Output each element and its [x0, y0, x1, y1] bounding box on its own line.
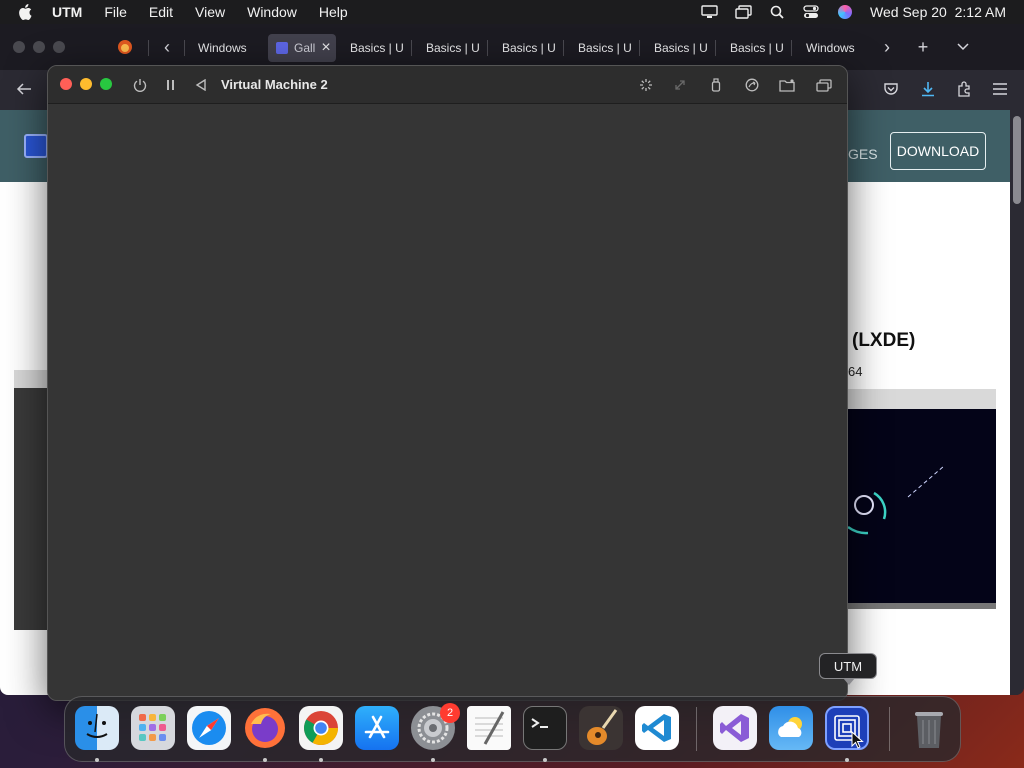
tab-basics[interactable]: Basics | U — [722, 34, 788, 62]
utm-favicon-icon — [276, 42, 288, 54]
back-arrow-icon[interactable] — [13, 78, 35, 100]
tab-bar: ‹ Windows Gall × Basics | U Basics | U B… — [0, 24, 1024, 70]
scrollbar-thumb[interactable] — [1013, 116, 1021, 204]
dock-tooltip: UTM — [819, 653, 877, 679]
tab-basics[interactable]: Basics | U — [646, 34, 712, 62]
dock-safari-icon[interactable] — [187, 706, 231, 750]
dock — [64, 696, 961, 762]
zoom-button[interactable] — [100, 78, 112, 90]
dock-weather-icon[interactable] — [769, 706, 813, 750]
control-center-icon[interactable] — [802, 4, 820, 20]
share-icon[interactable] — [742, 75, 762, 95]
dock-garageband-icon[interactable] — [579, 706, 623, 750]
search-icon[interactable] — [768, 4, 786, 20]
close-button[interactable] — [13, 41, 25, 53]
windows-icon[interactable] — [814, 75, 834, 95]
tab-close-icon[interactable]: × — [321, 39, 330, 57]
dock-visual-studio-icon[interactable] — [713, 706, 757, 750]
mouse-cursor-icon — [851, 731, 864, 749]
gallery-item-title: (LXDE) — [852, 330, 916, 351]
debian-swirl-icon — [848, 465, 945, 535]
dock-chrome-icon[interactable] — [299, 706, 343, 750]
menu-help[interactable]: Help — [319, 4, 348, 20]
new-tab-icon[interactable]: + — [912, 36, 934, 58]
vm-taskbar — [848, 603, 996, 609]
menu-datetime[interactable]: Wed Sep 20 2:12 AM — [870, 4, 1006, 20]
site-nav-link[interactable]: GES — [848, 146, 878, 162]
tab-basics[interactable]: Basics | U — [418, 34, 484, 62]
page-scrollbar[interactable] — [1010, 110, 1024, 695]
download-button[interactable]: DOWNLOAD — [890, 132, 986, 170]
resize-icon[interactable] — [670, 75, 690, 95]
tab-basics[interactable]: Basics | U — [494, 34, 560, 62]
menu-edit[interactable]: Edit — [149, 4, 173, 20]
tabs-scroll-left-icon[interactable]: ‹ — [156, 36, 178, 58]
gallery-screenshot[interactable] — [848, 409, 996, 609]
dock-finder-icon[interactable] — [75, 706, 119, 750]
gallery-item-subtitle: 64 — [848, 364, 863, 379]
gallery-screenshot[interactable] — [14, 370, 48, 630]
vm-window-title: Virtual Machine 2 — [221, 77, 328, 92]
extensions-icon[interactable] — [953, 78, 975, 100]
menu-app-name[interactable]: UTM — [52, 4, 82, 20]
dock-textedit-icon[interactable] — [467, 706, 511, 750]
usb-icon[interactable] — [706, 75, 726, 95]
menu-window[interactable]: Window — [247, 4, 297, 20]
list-all-tabs-icon[interactable] — [952, 36, 974, 58]
utm-vm-window: Virtual Machine 2 — [47, 65, 848, 701]
tab-basics[interactable]: Basics | U — [342, 34, 408, 62]
gallery-screenshot-titlebar — [848, 389, 996, 409]
utm-titlebar: Virtual Machine 2 — [48, 66, 847, 104]
tooltip-arrow — [843, 678, 855, 685]
tab-basics[interactable]: Basics | U — [570, 34, 636, 62]
menu-bar: UTM File Edit View Window Help Wed Sep 2… — [0, 0, 1024, 24]
dock-firefox-icon[interactable] — [243, 706, 287, 750]
pocket-icon[interactable] — [880, 78, 902, 100]
minimize-button[interactable] — [80, 78, 92, 90]
window-stack-icon[interactable] — [734, 4, 752, 20]
tab-gallery[interactable]: Gall × — [268, 34, 336, 62]
power-icon[interactable] — [130, 75, 150, 95]
minimize-button[interactable] — [33, 41, 45, 53]
dock-terminal-icon[interactable] — [523, 706, 567, 750]
tab-windows[interactable]: Windows — [798, 34, 860, 62]
pause-icon[interactable] — [161, 75, 181, 95]
folder-icon[interactable] — [777, 75, 797, 95]
back-icon[interactable] — [191, 75, 211, 95]
menu-file[interactable]: File — [104, 4, 127, 20]
firefox-view-icon[interactable] — [114, 36, 136, 58]
tabs-scroll-right-icon[interactable]: › — [876, 36, 898, 58]
apple-menu-icon[interactable] — [18, 4, 36, 20]
dock-trash-icon[interactable] — [907, 706, 951, 750]
dock-vscode-icon[interactable] — [635, 706, 679, 750]
menu-view[interactable]: View — [195, 4, 225, 20]
display-settings-icon[interactable] — [636, 75, 656, 95]
siri-icon[interactable] — [836, 4, 854, 20]
downloads-icon[interactable] — [917, 78, 939, 100]
dock-launchpad-icon[interactable] — [131, 706, 175, 750]
zoom-button[interactable] — [53, 41, 65, 53]
utm-logo-icon[interactable] — [24, 134, 48, 158]
gallery-screenshot-titlebar — [14, 370, 48, 388]
dock-app-store-icon[interactable] — [355, 706, 399, 750]
close-button[interactable] — [60, 78, 72, 90]
vm-display[interactable] — [48, 105, 847, 700]
menu-hamburger-icon[interactable] — [989, 78, 1011, 100]
notification-badge: 2 — [440, 703, 460, 723]
display-icon[interactable] — [700, 4, 718, 20]
tab-windows[interactable]: Windows — [190, 34, 256, 62]
